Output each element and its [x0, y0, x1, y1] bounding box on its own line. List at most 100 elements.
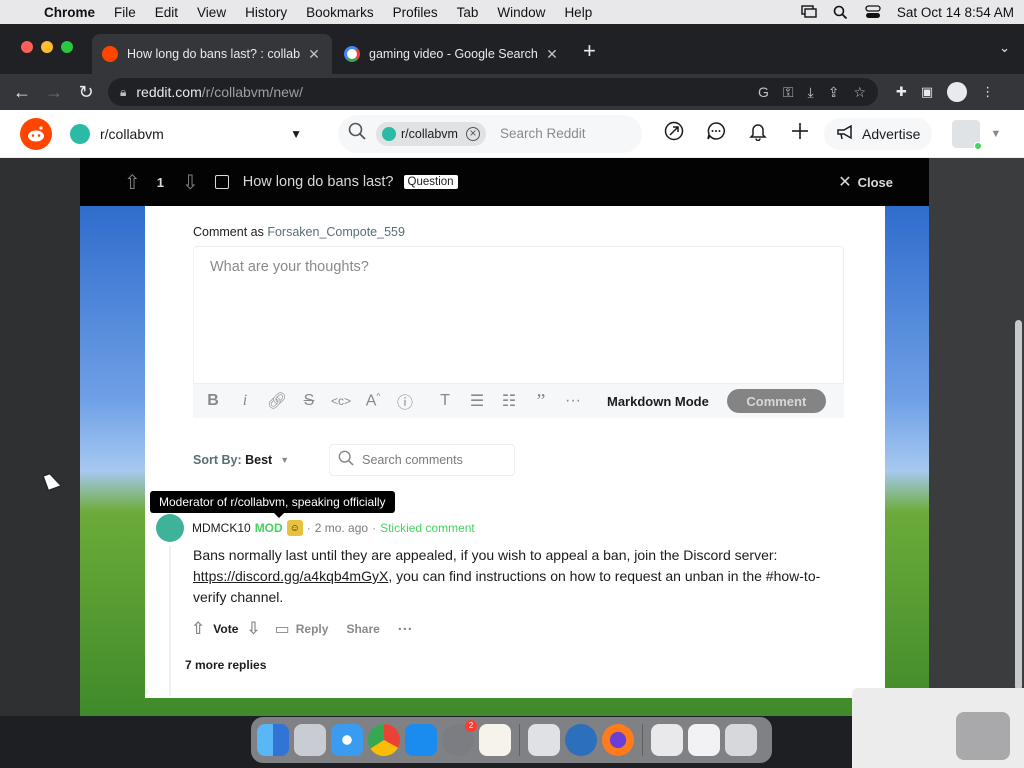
menu-help[interactable]: Help — [564, 5, 592, 20]
app-store-icon[interactable] — [405, 724, 437, 756]
comment-author[interactable]: MDMCK10 — [192, 521, 251, 535]
close-window-button[interactable] — [21, 41, 33, 53]
discord-link[interactable]: https://discord.gg/a4kqb4mGyX — [193, 568, 388, 584]
menu-clock[interactable]: Sat Oct 14 8:54 AM — [897, 5, 1014, 20]
control-center-icon[interactable] — [865, 5, 881, 19]
numbered-list-icon[interactable]: ☷ — [493, 391, 525, 411]
italic-icon[interactable]: i — [229, 392, 261, 410]
mod-badge[interactable]: MOD — [255, 521, 283, 535]
upvote-arrow-icon[interactable]: ⇧ — [124, 170, 141, 195]
user-menu-chevron-icon[interactable]: ▼ — [990, 128, 1001, 140]
forward-arrow-icon[interactable]: → — [38, 82, 70, 103]
bulleted-list-icon[interactable]: ☰ — [461, 391, 493, 411]
remove-chip-icon[interactable]: × — [465, 126, 480, 141]
reddit-logo-icon[interactable] — [20, 117, 52, 150]
inline-code-icon[interactable]: <c> — [325, 394, 357, 408]
commenter-avatar[interactable] — [156, 514, 184, 542]
key-icon[interactable]: ⚿ — [783, 84, 794, 101]
downvote-arrow-icon[interactable]: ⇩ — [182, 170, 199, 195]
downvote-arrow-icon[interactable]: ⇩ — [246, 619, 260, 639]
close-post-button[interactable]: ✕ Close — [838, 172, 893, 192]
subreddit-selector[interactable]: r/collabvm ▼ — [70, 123, 302, 144]
menu-window[interactable]: Window — [497, 5, 545, 20]
menu-app-name[interactable]: Chrome — [44, 5, 95, 20]
new-tab-icon[interactable]: + — [583, 38, 596, 64]
caret-down-icon[interactable]: ▼ — [280, 455, 289, 465]
search-scope-chip[interactable]: r/collabvm × — [376, 121, 486, 146]
page-scrollbar[interactable] — [1015, 320, 1022, 690]
sort-dropdown[interactable]: Sort By: Best — [193, 453, 272, 467]
install-app-icon[interactable]: ⤓ — [808, 84, 814, 101]
more-options-icon[interactable]: ··· — [557, 392, 589, 410]
quicktime-icon[interactable] — [565, 724, 597, 756]
menu-bookmarks[interactable]: Bookmarks — [306, 5, 374, 20]
zoom-window-button[interactable] — [61, 41, 73, 53]
close-tab-icon[interactable]: ✕ — [306, 46, 322, 63]
superscript-icon[interactable]: A^ — [357, 392, 389, 410]
safari-icon[interactable] — [331, 724, 363, 756]
create-post-plus-icon[interactable] — [790, 121, 810, 146]
search-input[interactable]: Search Reddit — [500, 126, 586, 141]
reload-icon[interactable]: ↻ — [70, 82, 102, 103]
utility-icon[interactable] — [528, 724, 560, 756]
recent-window-icon[interactable] — [651, 724, 683, 756]
reddit-search-bar[interactable]: r/collabvm × Search Reddit — [338, 114, 642, 153]
popular-trending-icon[interactable] — [664, 121, 684, 146]
firefox-icon[interactable] — [602, 724, 634, 756]
tab-search-chevron-icon[interactable]: ⌄ — [999, 40, 1010, 56]
screen-mirroring-icon[interactable] — [801, 5, 817, 19]
quote-block-icon[interactable]: ” — [525, 390, 557, 413]
close-tab-icon[interactable]: ✕ — [544, 46, 560, 63]
notification-bell-icon[interactable] — [748, 121, 768, 146]
menu-tab[interactable]: Tab — [457, 5, 479, 20]
lock-icon[interactable]: 🔒︎ — [120, 85, 126, 100]
bookmark-star-icon[interactable]: ☆ — [853, 84, 866, 101]
chrome-menu-icon[interactable]: ⋮ — [981, 84, 994, 100]
trash-icon[interactable] — [725, 724, 757, 756]
address-bar[interactable]: 🔒︎ reddit.com/r/collabvm/new/ G ⚿ ⤓ ⇪ ☆ — [108, 78, 878, 106]
comment-bubble-icon: ▭ — [274, 621, 290, 638]
more-replies-link[interactable]: 7 more replies — [185, 658, 266, 672]
back-arrow-icon[interactable]: ← — [6, 82, 38, 103]
finder-icon[interactable] — [257, 724, 289, 756]
menu-history[interactable]: History — [245, 5, 287, 20]
share-button[interactable]: Share — [346, 622, 379, 636]
launchpad-icon[interactable] — [294, 724, 326, 756]
advertise-button[interactable]: Advertise — [824, 117, 933, 150]
reply-button[interactable]: ▭ Reply — [275, 619, 329, 639]
comment-textarea[interactable]: What are your thoughts? — [193, 246, 844, 384]
share-icon[interactable]: ⇪ — [828, 84, 840, 101]
menu-profiles[interactable]: Profiles — [393, 5, 438, 20]
post-flair[interactable]: Question — [403, 175, 458, 189]
comment-submit-button[interactable]: Comment — [726, 389, 826, 413]
menu-edit[interactable]: Edit — [155, 5, 178, 20]
heading-icon[interactable]: T — [429, 392, 461, 410]
thread-line[interactable] — [169, 546, 171, 696]
tab-google-search[interactable]: gaming video - Google Search ✕ — [334, 34, 570, 74]
menu-view[interactable]: View — [197, 5, 226, 20]
spoiler-icon[interactable]: ⓘ — [389, 389, 421, 413]
comment-search-field[interactable]: Search comments — [329, 444, 516, 476]
google-lens-icon[interactable]: G — [758, 84, 769, 101]
tab-reddit-post[interactable]: How long do bans last? : collab ✕ — [92, 34, 332, 74]
chat-icon[interactable] — [706, 121, 726, 146]
markdown-mode-button[interactable]: Markdown Mode — [607, 394, 709, 409]
textedit-icon[interactable] — [479, 724, 511, 756]
menu-file[interactable]: File — [114, 5, 136, 20]
side-panel-icon[interactable]: ▣ — [921, 84, 933, 100]
comment-time[interactable]: 2 mo. ago — [315, 521, 368, 535]
bold-icon[interactable]: B — [197, 392, 229, 410]
recent-window-icon[interactable] — [688, 724, 720, 756]
link-icon[interactable]: 🔗︎ — [261, 391, 293, 411]
commenter-username[interactable]: Forsaken_Compote_559 — [267, 225, 405, 239]
strikethrough-icon[interactable]: S — [293, 392, 325, 410]
upvote-arrow-icon[interactable]: ⇧ — [191, 619, 205, 639]
extensions-puzzle-icon[interactable]: ✚ — [896, 84, 907, 100]
more-options-icon[interactable]: ··· — [398, 621, 413, 638]
profile-avatar-icon[interactable] — [947, 82, 968, 102]
chrome-icon[interactable] — [368, 724, 400, 756]
minimize-window-button[interactable] — [41, 41, 53, 53]
user-avatar[interactable] — [952, 119, 983, 150]
spotlight-search-icon[interactable] — [833, 5, 849, 20]
system-settings-icon[interactable]: 2 — [442, 720, 477, 756]
